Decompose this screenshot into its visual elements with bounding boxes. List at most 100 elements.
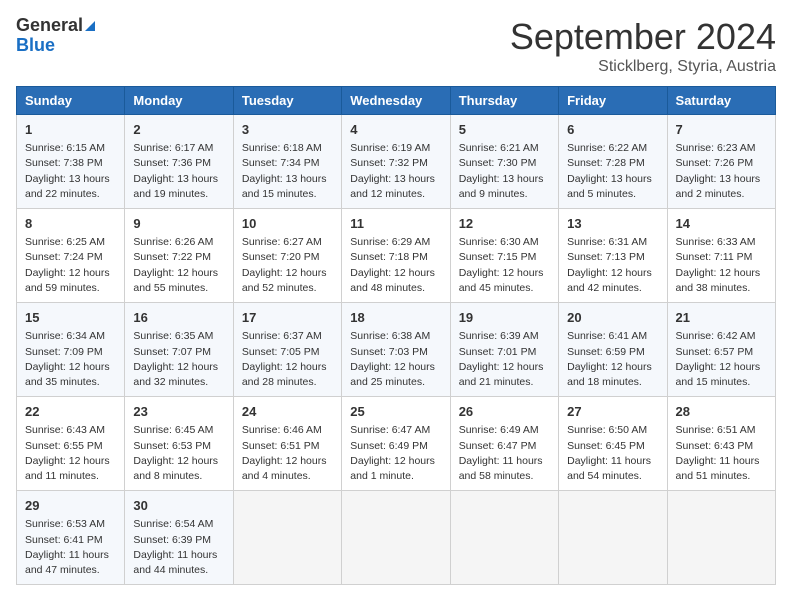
calendar-table: SundayMondayTuesdayWednesdayThursdayFrid… bbox=[16, 86, 776, 585]
day-info: Sunrise: 6:46 AMSunset: 6:51 PMDaylight:… bbox=[242, 423, 333, 484]
day-number: 6 bbox=[567, 121, 658, 139]
day-number: 8 bbox=[25, 215, 116, 233]
day-number: 9 bbox=[133, 215, 224, 233]
day-info: Sunrise: 6:31 AMSunset: 7:13 PMDaylight:… bbox=[567, 235, 658, 296]
calendar-cell: 16 Sunrise: 6:35 AMSunset: 7:07 PMDaylig… bbox=[125, 303, 233, 397]
day-info: Sunrise: 6:21 AMSunset: 7:30 PMDaylight:… bbox=[459, 141, 550, 202]
day-number: 10 bbox=[242, 215, 333, 233]
day-number: 16 bbox=[133, 309, 224, 327]
col-header-friday: Friday bbox=[559, 87, 667, 115]
day-number: 5 bbox=[459, 121, 550, 139]
calendar-cell: 11 Sunrise: 6:29 AMSunset: 7:18 PMDaylig… bbox=[342, 209, 450, 303]
calendar-cell: 10 Sunrise: 6:27 AMSunset: 7:20 PMDaylig… bbox=[233, 209, 341, 303]
page-header: General Blue September 2024 Sticklberg, … bbox=[16, 16, 776, 76]
day-info: Sunrise: 6:29 AMSunset: 7:18 PMDaylight:… bbox=[350, 235, 441, 296]
calendar-cell: 17 Sunrise: 6:37 AMSunset: 7:05 PMDaylig… bbox=[233, 303, 341, 397]
day-number: 2 bbox=[133, 121, 224, 139]
day-number: 17 bbox=[242, 309, 333, 327]
day-number: 3 bbox=[242, 121, 333, 139]
col-header-monday: Monday bbox=[125, 87, 233, 115]
calendar-cell: 25 Sunrise: 6:47 AMSunset: 6:49 PMDaylig… bbox=[342, 397, 450, 491]
col-header-tuesday: Tuesday bbox=[233, 87, 341, 115]
day-info: Sunrise: 6:54 AMSunset: 6:39 PMDaylight:… bbox=[133, 517, 224, 578]
day-info: Sunrise: 6:15 AMSunset: 7:38 PMDaylight:… bbox=[25, 141, 116, 202]
calendar-week-3: 15 Sunrise: 6:34 AMSunset: 7:09 PMDaylig… bbox=[17, 303, 776, 397]
day-info: Sunrise: 6:45 AMSunset: 6:53 PMDaylight:… bbox=[133, 423, 224, 484]
calendar-cell: 18 Sunrise: 6:38 AMSunset: 7:03 PMDaylig… bbox=[342, 303, 450, 397]
day-info: Sunrise: 6:47 AMSunset: 6:49 PMDaylight:… bbox=[350, 423, 441, 484]
day-number: 24 bbox=[242, 403, 333, 421]
day-info: Sunrise: 6:25 AMSunset: 7:24 PMDaylight:… bbox=[25, 235, 116, 296]
day-info: Sunrise: 6:35 AMSunset: 7:07 PMDaylight:… bbox=[133, 329, 224, 390]
day-info: Sunrise: 6:37 AMSunset: 7:05 PMDaylight:… bbox=[242, 329, 333, 390]
day-number: 4 bbox=[350, 121, 441, 139]
day-number: 22 bbox=[25, 403, 116, 421]
day-info: Sunrise: 6:49 AMSunset: 6:47 PMDaylight:… bbox=[459, 423, 550, 484]
day-info: Sunrise: 6:23 AMSunset: 7:26 PMDaylight:… bbox=[676, 141, 767, 202]
day-info: Sunrise: 6:30 AMSunset: 7:15 PMDaylight:… bbox=[459, 235, 550, 296]
calendar-header-row: SundayMondayTuesdayWednesdayThursdayFrid… bbox=[17, 87, 776, 115]
day-number: 21 bbox=[676, 309, 767, 327]
calendar-cell: 1 Sunrise: 6:15 AMSunset: 7:38 PMDayligh… bbox=[17, 115, 125, 209]
day-number: 20 bbox=[567, 309, 658, 327]
calendar-cell: 22 Sunrise: 6:43 AMSunset: 6:55 PMDaylig… bbox=[17, 397, 125, 491]
calendar-cell: 23 Sunrise: 6:45 AMSunset: 6:53 PMDaylig… bbox=[125, 397, 233, 491]
day-number: 29 bbox=[25, 497, 116, 515]
day-number: 15 bbox=[25, 309, 116, 327]
day-number: 25 bbox=[350, 403, 441, 421]
day-info: Sunrise: 6:17 AMSunset: 7:36 PMDaylight:… bbox=[133, 141, 224, 202]
calendar-cell: 28 Sunrise: 6:51 AMSunset: 6:43 PMDaylig… bbox=[667, 397, 775, 491]
day-number: 30 bbox=[133, 497, 224, 515]
day-info: Sunrise: 6:34 AMSunset: 7:09 PMDaylight:… bbox=[25, 329, 116, 390]
day-number: 27 bbox=[567, 403, 658, 421]
day-number: 12 bbox=[459, 215, 550, 233]
calendar-week-4: 22 Sunrise: 6:43 AMSunset: 6:55 PMDaylig… bbox=[17, 397, 776, 491]
calendar-cell: 7 Sunrise: 6:23 AMSunset: 7:26 PMDayligh… bbox=[667, 115, 775, 209]
day-number: 19 bbox=[459, 309, 550, 327]
calendar-week-2: 8 Sunrise: 6:25 AMSunset: 7:24 PMDayligh… bbox=[17, 209, 776, 303]
day-number: 1 bbox=[25, 121, 116, 139]
location-title: Sticklberg, Styria, Austria bbox=[510, 58, 776, 76]
calendar-cell: 6 Sunrise: 6:22 AMSunset: 7:28 PMDayligh… bbox=[559, 115, 667, 209]
calendar-cell: 14 Sunrise: 6:33 AMSunset: 7:11 PMDaylig… bbox=[667, 209, 775, 303]
calendar-cell: 30 Sunrise: 6:54 AMSunset: 6:39 PMDaylig… bbox=[125, 491, 233, 585]
day-info: Sunrise: 6:41 AMSunset: 6:59 PMDaylight:… bbox=[567, 329, 658, 390]
calendar-cell: 3 Sunrise: 6:18 AMSunset: 7:34 PMDayligh… bbox=[233, 115, 341, 209]
calendar-cell bbox=[233, 491, 341, 585]
calendar-cell bbox=[342, 491, 450, 585]
day-info: Sunrise: 6:26 AMSunset: 7:22 PMDaylight:… bbox=[133, 235, 224, 296]
day-info: Sunrise: 6:42 AMSunset: 6:57 PMDaylight:… bbox=[676, 329, 767, 390]
calendar-cell bbox=[559, 491, 667, 585]
col-header-sunday: Sunday bbox=[17, 87, 125, 115]
calendar-cell: 26 Sunrise: 6:49 AMSunset: 6:47 PMDaylig… bbox=[450, 397, 558, 491]
calendar-cell: 13 Sunrise: 6:31 AMSunset: 7:13 PMDaylig… bbox=[559, 209, 667, 303]
day-info: Sunrise: 6:38 AMSunset: 7:03 PMDaylight:… bbox=[350, 329, 441, 390]
day-number: 26 bbox=[459, 403, 550, 421]
day-number: 7 bbox=[676, 121, 767, 139]
day-number: 28 bbox=[676, 403, 767, 421]
col-header-saturday: Saturday bbox=[667, 87, 775, 115]
calendar-cell: 21 Sunrise: 6:42 AMSunset: 6:57 PMDaylig… bbox=[667, 303, 775, 397]
day-info: Sunrise: 6:51 AMSunset: 6:43 PMDaylight:… bbox=[676, 423, 767, 484]
calendar-cell: 20 Sunrise: 6:41 AMSunset: 6:59 PMDaylig… bbox=[559, 303, 667, 397]
calendar-week-5: 29 Sunrise: 6:53 AMSunset: 6:41 PMDaylig… bbox=[17, 491, 776, 585]
day-info: Sunrise: 6:22 AMSunset: 7:28 PMDaylight:… bbox=[567, 141, 658, 202]
day-number: 14 bbox=[676, 215, 767, 233]
day-info: Sunrise: 6:53 AMSunset: 6:41 PMDaylight:… bbox=[25, 517, 116, 578]
col-header-wednesday: Wednesday bbox=[342, 87, 450, 115]
logo: General Blue bbox=[16, 16, 95, 56]
calendar-cell: 8 Sunrise: 6:25 AMSunset: 7:24 PMDayligh… bbox=[17, 209, 125, 303]
day-info: Sunrise: 6:39 AMSunset: 7:01 PMDaylight:… bbox=[459, 329, 550, 390]
day-info: Sunrise: 6:43 AMSunset: 6:55 PMDaylight:… bbox=[25, 423, 116, 484]
day-number: 11 bbox=[350, 215, 441, 233]
calendar-cell: 15 Sunrise: 6:34 AMSunset: 7:09 PMDaylig… bbox=[17, 303, 125, 397]
calendar-cell: 2 Sunrise: 6:17 AMSunset: 7:36 PMDayligh… bbox=[125, 115, 233, 209]
title-block: September 2024 Sticklberg, Styria, Austr… bbox=[510, 16, 776, 76]
day-info: Sunrise: 6:50 AMSunset: 6:45 PMDaylight:… bbox=[567, 423, 658, 484]
calendar-cell: 12 Sunrise: 6:30 AMSunset: 7:15 PMDaylig… bbox=[450, 209, 558, 303]
day-info: Sunrise: 6:18 AMSunset: 7:34 PMDaylight:… bbox=[242, 141, 333, 202]
day-number: 23 bbox=[133, 403, 224, 421]
col-header-thursday: Thursday bbox=[450, 87, 558, 115]
calendar-cell bbox=[450, 491, 558, 585]
day-info: Sunrise: 6:19 AMSunset: 7:32 PMDaylight:… bbox=[350, 141, 441, 202]
